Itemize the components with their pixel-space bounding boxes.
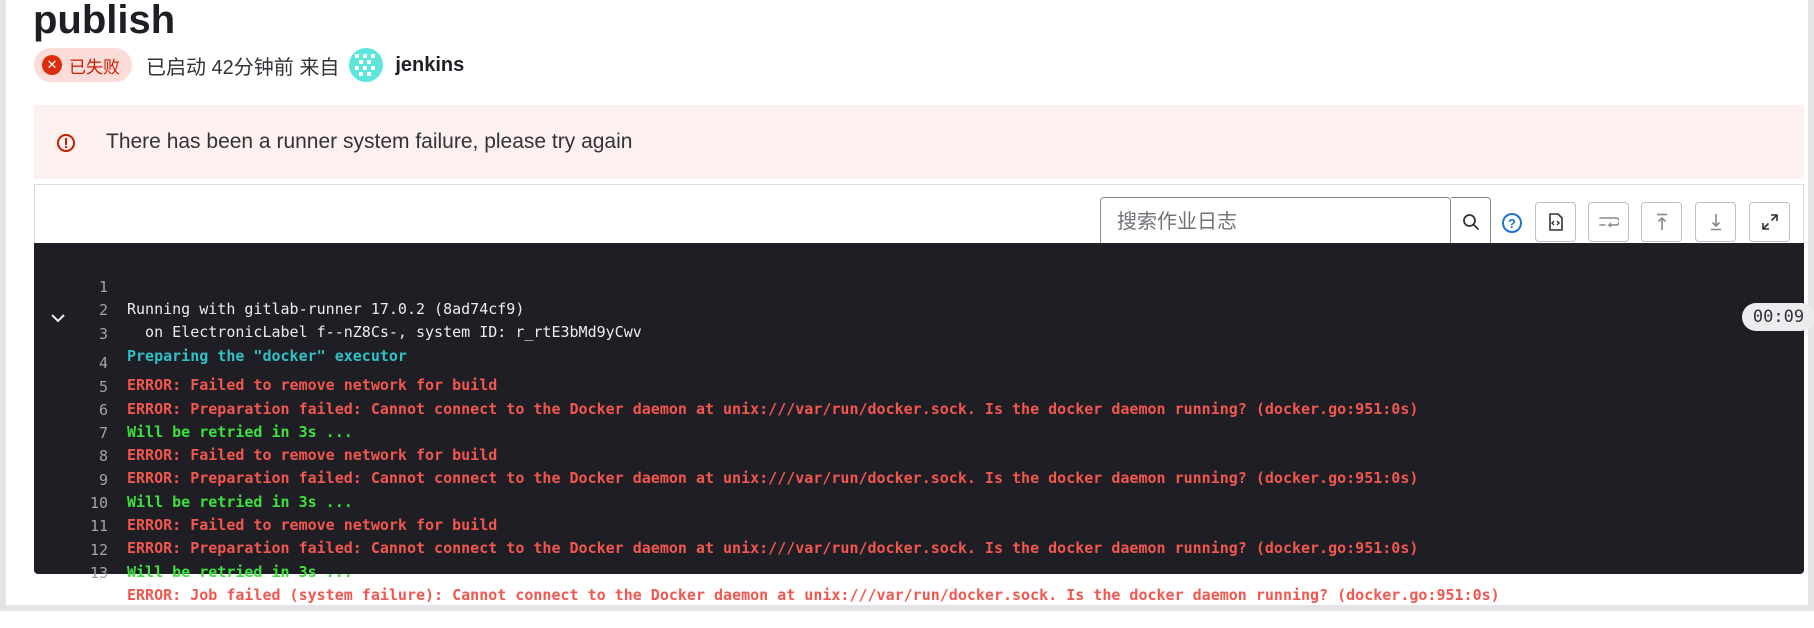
line-text: Will be retried in 3s ... — [127, 423, 353, 441]
log-line: 11 ERROR: Preparation failed: Cannot con… — [34, 493, 1418, 557]
line-number[interactable]: 13 — [74, 562, 108, 584]
job-started-text: 已启动 42分钟前 来自 — [146, 56, 340, 79]
scroll-bottom-button[interactable] — [1695, 202, 1736, 242]
arrow-down-icon — [1710, 214, 1721, 231]
log-line: 13 ERROR: Job failed (system failure): C… — [34, 540, 1500, 604]
line-text: ERROR: Job failed (system failure): Cann… — [127, 586, 1500, 604]
log-line: 5 ERROR: Preparation failed: Cannot conn… — [34, 354, 1418, 418]
line-text: ERROR: Preparation failed: Cannot connec… — [127, 400, 1419, 418]
line-number[interactable]: 6 — [74, 399, 108, 421]
line-text: Preparing the "docker" executor — [127, 347, 407, 365]
window-frame-left — [0, 0, 6, 611]
log-line: 10 ERROR: Failed to remove network for b… — [34, 470, 497, 534]
raw-log-button[interactable] — [1535, 202, 1576, 242]
line-number[interactable]: 5 — [74, 376, 108, 398]
log-line: 7 ERROR: Failed to remove network for bu… — [34, 400, 497, 464]
help-icon[interactable]: ? — [1502, 213, 1522, 233]
job-log: 00:09 1 Running with gitlab-runner 17.0.… — [34, 243, 1814, 604]
text-wrap-icon — [1598, 217, 1619, 228]
line-number[interactable]: 9 — [74, 469, 108, 491]
search-input[interactable] — [1101, 198, 1396, 246]
scroll-top-button[interactable] — [1641, 202, 1682, 242]
line-text: ERROR: Preparation failed: Cannot connec… — [127, 539, 1419, 557]
log-line: 8 ERROR: Preparation failed: Cannot conn… — [34, 423, 1418, 487]
arrow-up-icon — [1656, 213, 1667, 230]
line-text: ERROR: Preparation failed: Cannot connec… — [127, 469, 1419, 487]
log-line-section-header[interactable]: 3 Preparing the "docker" executor — [34, 301, 407, 365]
maximize-icon — [1761, 214, 1778, 230]
job-meta: ✕ 已失败 已启动 42分钟前 来自 jenkins — [34, 47, 464, 83]
section-duration-badge: 00:09 — [1742, 303, 1814, 331]
line-number[interactable]: 2 — [74, 299, 108, 321]
line-number[interactable]: 8 — [74, 445, 108, 467]
log-line: 6 Will be retried in 3s ... — [34, 377, 353, 441]
log-line: 4 ERROR: Failed to remove network for bu… — [34, 330, 497, 394]
error-icon — [57, 134, 75, 152]
log-search — [1100, 197, 1451, 247]
avatar[interactable] — [349, 48, 384, 82]
search-button[interactable] — [1451, 197, 1491, 247]
search-icon — [1462, 214, 1479, 230]
line-number[interactable]: 12 — [74, 539, 108, 561]
wrap-lines-button[interactable] — [1588, 202, 1629, 242]
file-code-icon — [1548, 213, 1563, 231]
log-line: 9 Will be retried in 3s ... — [34, 447, 353, 511]
fullscreen-button[interactable] — [1749, 202, 1790, 242]
line-text: Running with gitlab-runner 17.0.2 (8ad74… — [127, 300, 525, 318]
status-badge[interactable]: ✕ 已失败 — [34, 48, 132, 82]
line-text: ERROR: Failed to remove network for buil… — [127, 376, 498, 394]
line-number[interactable]: 7 — [74, 422, 108, 444]
failure-alert: There has been a runner system failure, … — [34, 105, 1804, 179]
line-text: on ElectronicLabel f--nZ8Cs-, system ID:… — [127, 323, 642, 341]
job-title: publish — [33, 0, 176, 42]
line-text: Will be retried in 3s ... — [127, 493, 353, 511]
line-text: ERROR: Failed to remove network for buil… — [127, 516, 498, 534]
status-label: 已失败 — [69, 57, 120, 77]
line-number[interactable]: 10 — [74, 492, 108, 514]
line-number[interactable]: 3 — [74, 323, 108, 345]
user-link[interactable]: jenkins — [395, 54, 464, 77]
alert-message: There has been a runner system failure, … — [106, 130, 633, 153]
line-number[interactable]: 4 — [74, 352, 108, 374]
log-line: 12 Will be retried in 3s ... — [34, 517, 353, 581]
log-line: 1 Running with gitlab-runner 17.0.2 (8ad… — [34, 254, 524, 318]
log-line: 2 on ElectronicLabel f--nZ8Cs-, system I… — [34, 277, 642, 341]
failed-status-icon: ✕ — [42, 55, 62, 75]
line-text: Will be retried in 3s ... — [127, 563, 353, 581]
line-number[interactable]: 1 — [74, 276, 108, 298]
line-number[interactable]: 11 — [74, 515, 108, 537]
line-text: ERROR: Failed to remove network for buil… — [127, 446, 498, 464]
